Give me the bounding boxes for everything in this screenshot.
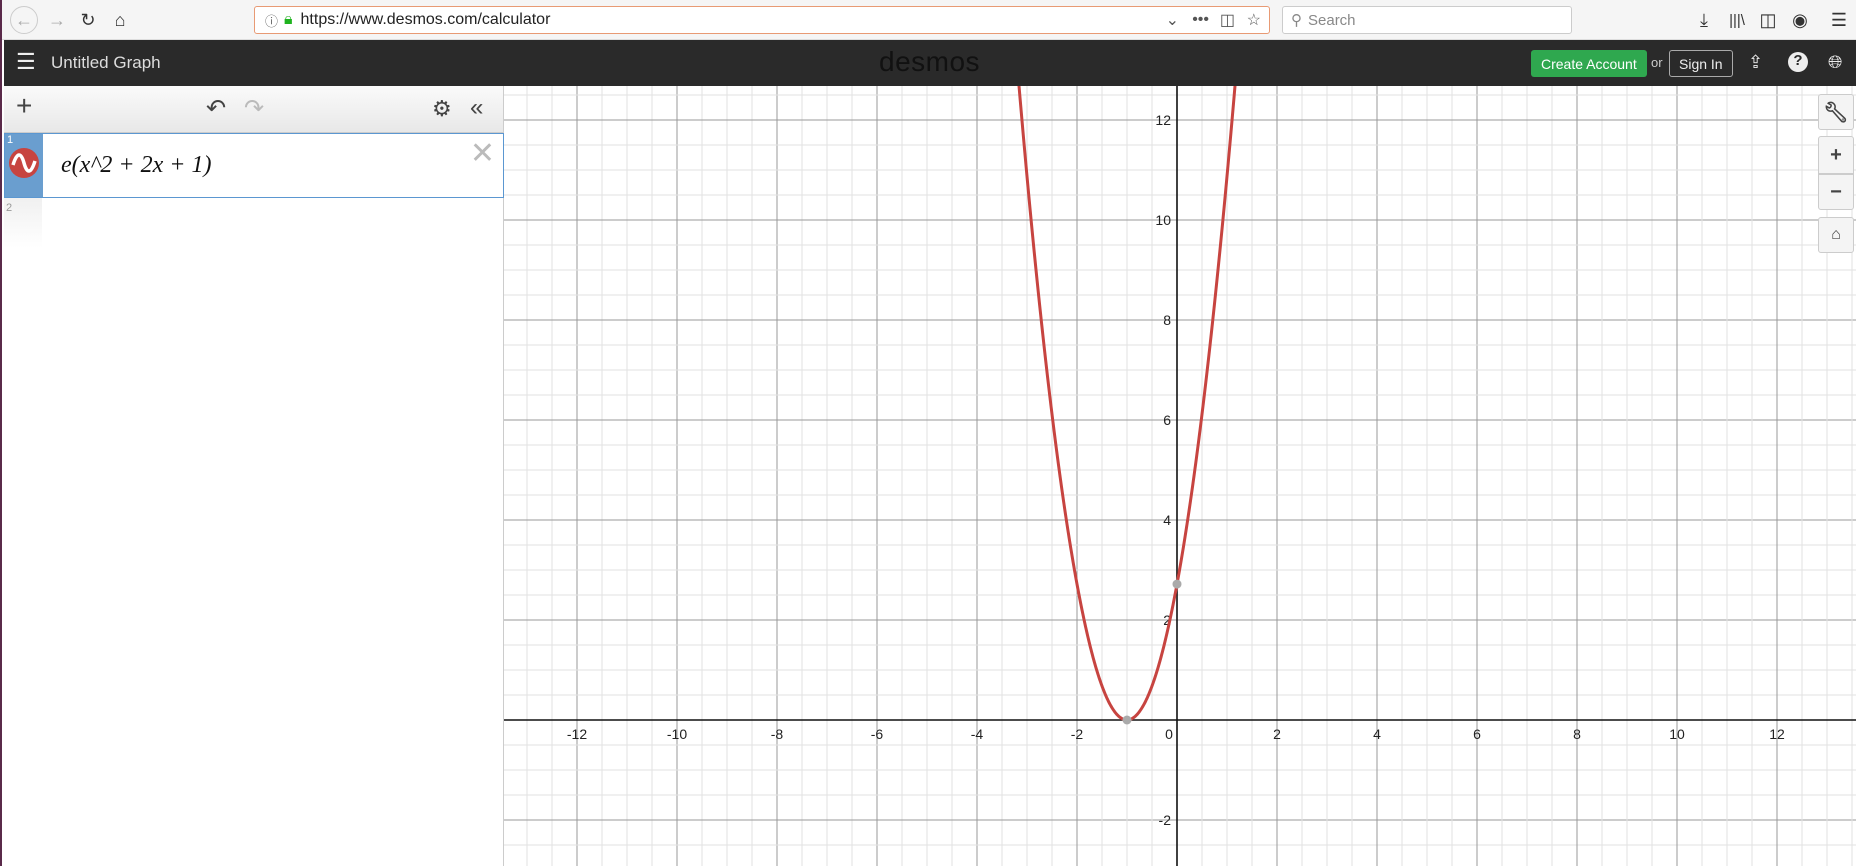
app-header: ☰ Untitled Graph desmos Create Account o… [4, 40, 1856, 86]
x-tick-label: 8 [1573, 726, 1581, 742]
or-label: or [1651, 55, 1663, 70]
point-of-interest [1122, 715, 1132, 725]
add-expression-button[interactable]: + [16, 90, 32, 122]
forward-icon[interactable]: → [45, 8, 69, 32]
expression-math[interactable]: e(x^2 + 2x + 1) [43, 134, 211, 197]
url-text[interactable]: https://www.desmos.com/calculator [301, 11, 551, 29]
account-icon[interactable]: ◉ [1788, 8, 1812, 32]
undo-icon[interactable]: ↶ [206, 94, 226, 123]
x-tick-label: -2 [1071, 726, 1084, 742]
desmos-logo: desmos [879, 46, 981, 77]
x-tick-label: -8 [771, 726, 784, 742]
curve-color-icon[interactable] [9, 148, 39, 178]
point-of-interest [1172, 579, 1182, 589]
expression-panel: + ↶ ↷ ⚙ « 1 e(x^2 + 2x + 1) ✕ 2 [4, 86, 504, 866]
expression-row[interactable]: 1 e(x^2 + 2x + 1) ✕ [4, 133, 504, 198]
pocket-icon[interactable]: ◫ [1220, 10, 1235, 30]
zoom-out-button[interactable]: − [1818, 174, 1854, 210]
expression-row-empty[interactable]: 2 [4, 198, 42, 248]
bookmark-star-icon[interactable]: ☆ [1247, 10, 1261, 30]
y-tick-label: 8 [1163, 312, 1171, 328]
home-icon[interactable]: ⌂ [108, 8, 132, 32]
url-bar[interactable]: ⓘ 🔒︎ https://www.desmos.com/calculator ⌄… [254, 6, 1270, 34]
search-icon: ⚲ [1291, 12, 1302, 29]
globe-icon[interactable]: 🌐︎ [1828, 52, 1842, 73]
x-tick-label: -4 [971, 726, 984, 742]
y-tick-label: 12 [1155, 112, 1171, 128]
search-placeholder: Search [1308, 11, 1356, 29]
graph-title[interactable]: Untitled Graph [51, 53, 161, 73]
expression-toolbar: + ↶ ↷ ⚙ « [4, 86, 503, 133]
more-icon[interactable]: ••• [1192, 11, 1209, 29]
menu-icon[interactable]: ☰ [1827, 8, 1851, 32]
x-tick-label: -12 [567, 726, 587, 742]
reload-icon[interactable]: ↻ [76, 8, 100, 32]
expression-index: 1 [7, 134, 14, 146]
help-icon[interactable]: ? [1788, 52, 1808, 72]
x-tick-label: 4 [1373, 726, 1381, 742]
hamburger-icon[interactable]: ☰ [16, 49, 36, 75]
y-tick-label: 4 [1163, 512, 1171, 528]
share-icon[interactable]: ⇪ [1748, 52, 1763, 73]
graph-canvas[interactable]: -12 -10 -8 -6 -4 -2 0 2 4 6 8 10 12-224681012 [504, 86, 1856, 866]
create-account-button[interactable]: Create Account [1531, 50, 1647, 77]
delete-expression-icon[interactable]: ✕ [470, 136, 495, 171]
home-view-icon[interactable]: ⌂ [1818, 217, 1854, 253]
download-icon[interactable]: ⤓ [1692, 8, 1716, 32]
y-tick-label: 6 [1163, 412, 1171, 428]
x-tick-label: 0 [1165, 726, 1173, 742]
browser-toolbar: ← → ↻ ⌂ ⓘ 🔒︎ https://www.desmos.com/calc… [2, 0, 1856, 40]
graph-settings-wrench-icon[interactable]: 🔧︎ [1818, 94, 1854, 130]
sidebar-icon[interactable]: ◫ [1756, 8, 1780, 32]
x-tick-label: -6 [871, 726, 884, 742]
sign-in-button[interactable]: Sign In [1669, 50, 1733, 77]
y-tick-label: -2 [1159, 812, 1172, 828]
search-input[interactable]: ⚲ Search [1282, 6, 1572, 34]
x-tick-label: 6 [1473, 726, 1481, 742]
collapse-panel-icon[interactable]: « [470, 94, 483, 122]
x-tick-label: -10 [667, 726, 687, 742]
x-tick-label: 12 [1769, 726, 1785, 742]
chevron-down-icon[interactable]: ⌄ [1166, 10, 1179, 30]
library-icon[interactable]: |||\ [1725, 8, 1749, 32]
zoom-in-button[interactable]: + [1818, 136, 1854, 174]
expression-index: 2 [6, 202, 13, 214]
x-tick-label: 2 [1273, 726, 1281, 742]
y-tick-label: 10 [1155, 212, 1171, 228]
expression-color-tab[interactable]: 1 [5, 134, 43, 197]
redo-icon[interactable]: ↷ [244, 94, 264, 123]
x-tick-label: 10 [1669, 726, 1685, 742]
info-icon[interactable]: ⓘ [265, 11, 278, 30]
settings-gear-icon[interactable]: ⚙ [432, 96, 452, 122]
back-icon[interactable]: ← [10, 6, 38, 34]
lock-icon: 🔒︎ [284, 11, 293, 28]
